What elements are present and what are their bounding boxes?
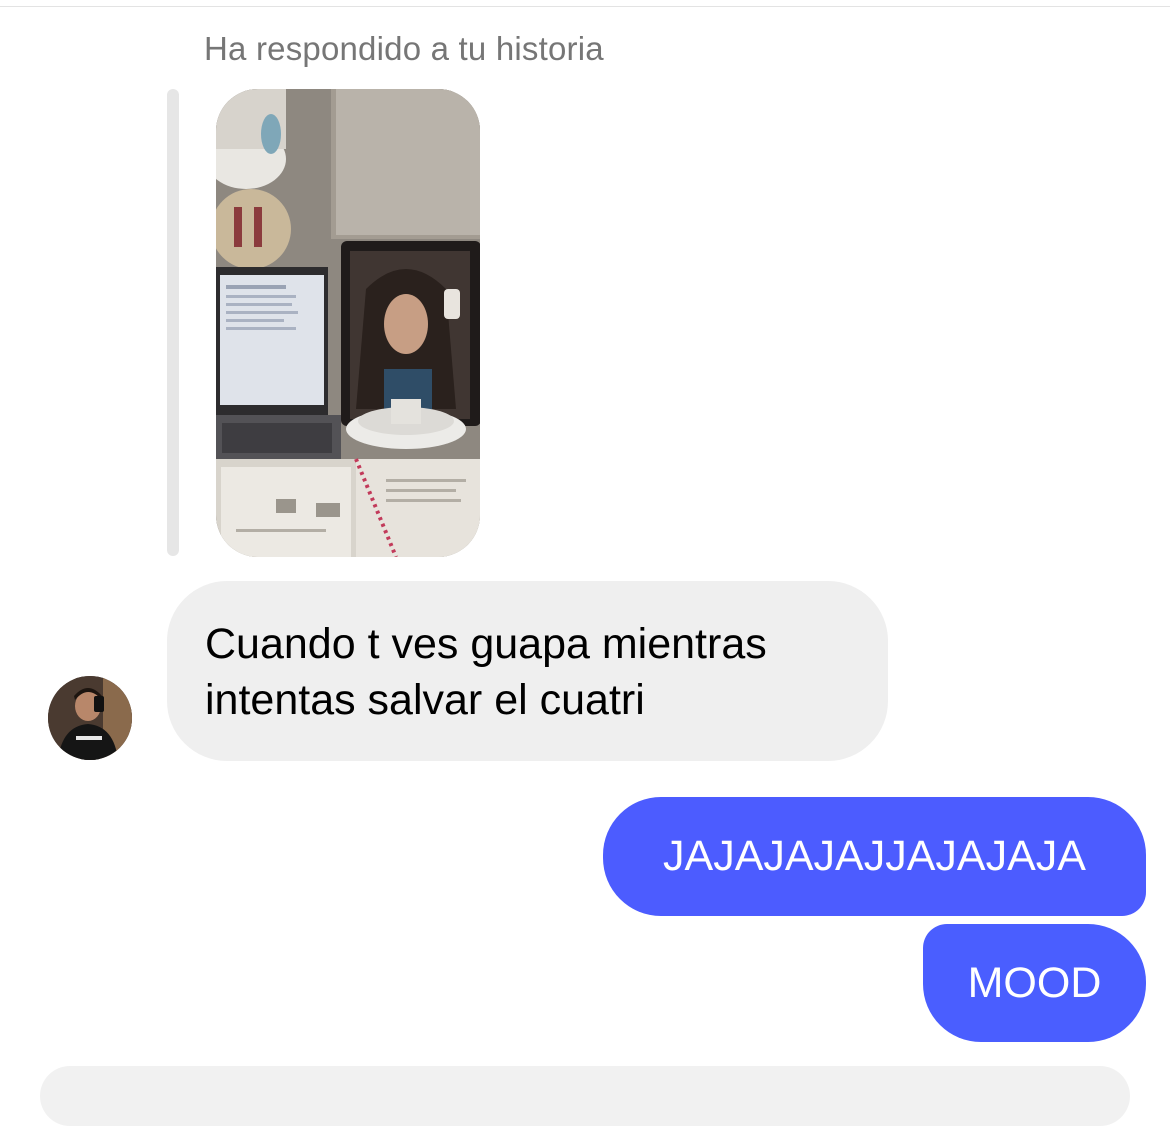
outgoing-message-bubble[interactable]: JAJAJAJAJJAJAJAJA [603, 797, 1146, 916]
top-divider [0, 6, 1170, 7]
story-thumbnail[interactable] [216, 89, 480, 557]
incoming-message-bubble[interactable]: Cuando t ves guapa mientras intentas sal… [167, 581, 888, 761]
story-reply-caption: Ha respondido a tu historia [204, 30, 604, 67]
message-composer[interactable] [40, 1066, 1130, 1126]
outgoing-message-bubble[interactable]: MOOD [923, 924, 1146, 1042]
contact-avatar[interactable] [48, 676, 132, 760]
story-quote-bar [167, 89, 179, 556]
